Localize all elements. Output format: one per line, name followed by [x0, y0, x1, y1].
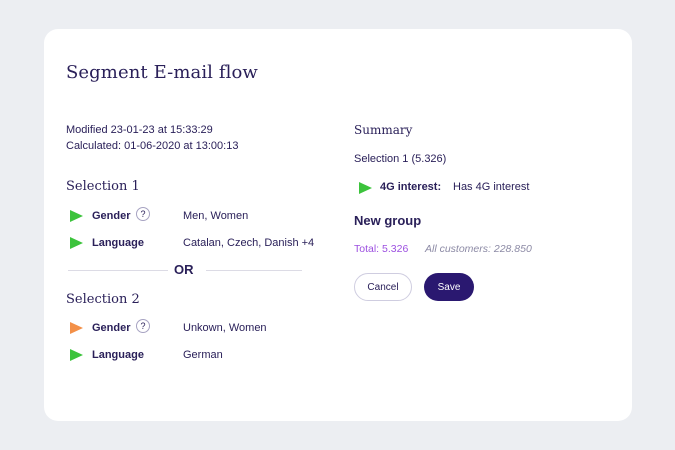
- question-icon[interactable]: ?: [136, 319, 150, 333]
- criterion-value: Catalan, Czech, Danish +4: [183, 237, 315, 249]
- selection-1-language-row[interactable]: Language Catalan, Czech, Danish +4: [70, 235, 314, 251]
- criterion-value: Men, Women: [183, 210, 249, 222]
- cancel-button[interactable]: Cancel: [354, 273, 412, 301]
- modified-timestamp: Modified 23-01-23 at 15:33:29: [66, 124, 213, 136]
- total-count: Total: 5.326: [354, 243, 409, 255]
- selection-1-title: Selection 1: [66, 179, 140, 194]
- divider-right: [206, 270, 302, 271]
- summary-title: Summary: [354, 123, 413, 137]
- selection-2-gender-row[interactable]: Gender ? Unkown, Women: [70, 319, 267, 336]
- play-triangle-icon: [70, 237, 83, 249]
- interest-label: 4G interest:: [380, 181, 442, 193]
- save-button[interactable]: Save: [424, 273, 474, 301]
- question-icon[interactable]: ?: [136, 207, 150, 221]
- criterion-value: Unkown, Women: [183, 322, 267, 334]
- play-triangle-icon: [70, 322, 83, 334]
- selection-1-gender-row[interactable]: Gender ? Men, Women: [70, 207, 248, 224]
- segment-card: Segment E-mail flow Modified 23-01-23 at…: [44, 29, 632, 421]
- divider-left: [68, 270, 168, 271]
- criterion-label: Language: [92, 349, 144, 361]
- criterion-label: Gender: [92, 210, 131, 222]
- criterion-value: German: [183, 349, 223, 361]
- play-triangle-icon: [70, 349, 83, 361]
- calculated-timestamp: Calculated: 01-06-2020 at 13:00:13: [66, 140, 239, 152]
- page-title: Segment E-mail flow: [66, 62, 258, 83]
- new-group-title: New group: [354, 213, 422, 228]
- criterion-label: Language: [92, 237, 144, 249]
- play-triangle-icon: [359, 182, 372, 194]
- criterion-label: Gender: [92, 322, 131, 334]
- all-customers-count: All customers: 228.850: [425, 243, 532, 255]
- summary-selection: Selection 1 (5.326): [354, 153, 447, 165]
- play-triangle-icon: [70, 210, 83, 222]
- selection-2-title: Selection 2: [66, 292, 140, 307]
- or-separator: OR: [174, 262, 194, 277]
- selection-2-language-row[interactable]: Language German: [70, 347, 223, 363]
- interest-value: Has 4G interest: [453, 181, 530, 193]
